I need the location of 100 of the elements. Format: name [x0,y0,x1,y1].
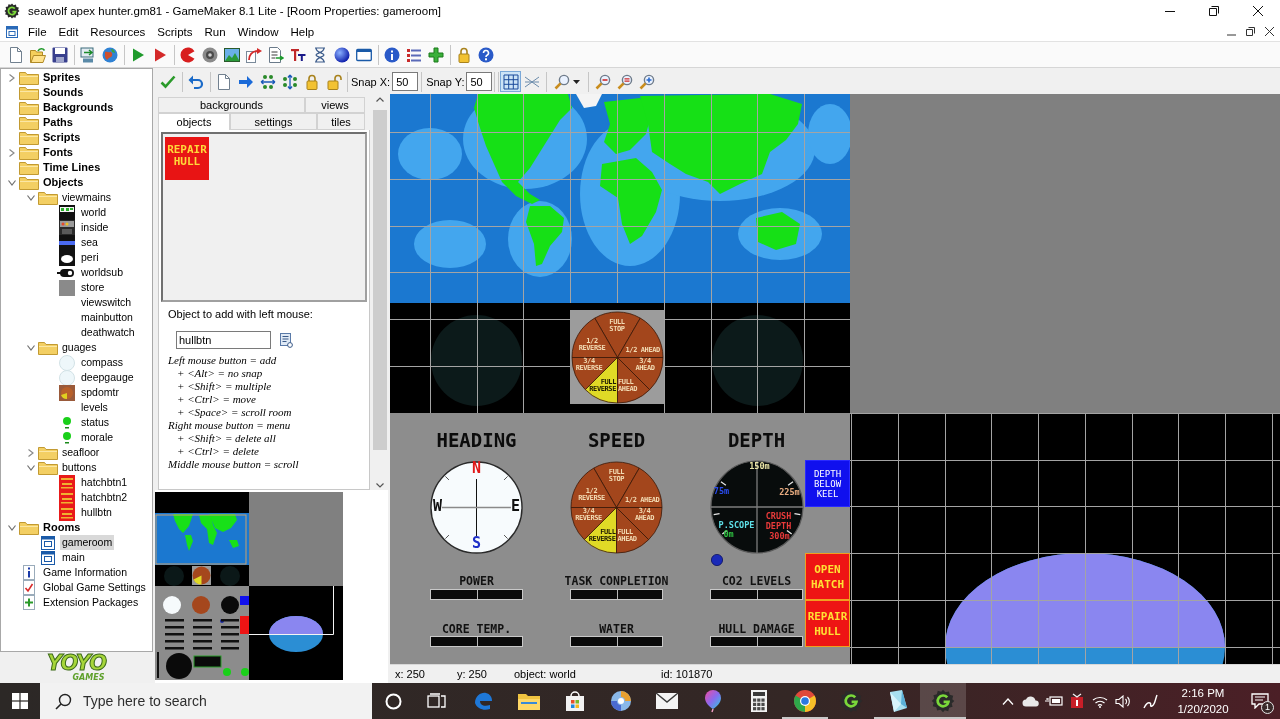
chevron-down-icon[interactable] [27,464,35,471]
tree-item[interactable]: Backgrounds [41,100,116,115]
close-icon[interactable] [1253,6,1263,16]
horizontal-shift-icon[interactable] [260,73,276,90]
snap-x-field[interactable]: 50 [392,72,419,91]
tab[interactable]: objects [158,113,230,130]
tab[interactable]: settings [230,113,317,130]
battery-icon[interactable] [1044,695,1063,707]
tree-item[interactable]: guages [60,340,99,355]
tree-item[interactable]: worldsub [79,265,126,280]
chevron-down-icon[interactable] [27,194,35,201]
chevron-right-icon[interactable] [28,448,34,457]
zoom-out-icon[interactable] [595,73,612,90]
wifi-icon[interactable] [1091,694,1108,708]
menu-item[interactable]: Resources [84,25,152,38]
tree-item[interactable]: store [79,280,107,295]
circle-icon[interactable] [384,692,402,710]
play-icon[interactable] [130,46,146,63]
speaker-icon[interactable] [202,46,218,63]
script-icon[interactable] [268,46,284,63]
padlock-icon[interactable] [456,46,472,63]
open-folder-icon[interactable] [30,46,46,63]
search-field[interactable]: Type here to search [40,683,372,719]
new-file-icon[interactable] [8,46,24,63]
landscape-icon[interactable] [224,46,240,63]
path-icon[interactable] [246,46,262,63]
document-window-icon[interactable] [6,25,18,38]
pen-icon[interactable] [1142,693,1158,709]
tree-item[interactable]: deathwatch [79,325,137,340]
save-icon[interactable] [52,46,68,63]
tree-item[interactable]: Paths [41,115,75,130]
tab[interactable]: views [305,97,365,113]
zoom-in-icon[interactable] [639,73,656,90]
swirl-icon[interactable] [610,690,632,712]
taskbar-button[interactable] [920,683,966,719]
tricolor-circle-icon[interactable] [793,689,817,713]
chevron-down-icon[interactable] [8,524,16,531]
tree-item[interactable]: Fonts [41,145,75,160]
tree-item[interactable]: morale [79,430,116,445]
pacman-icon[interactable] [180,46,196,63]
tree-item[interactable]: Global Game Settings [41,580,148,595]
tree-item[interactable]: status [79,415,111,430]
new-page-icon[interactable] [216,73,232,90]
browse-list-icon[interactable] [280,332,293,348]
export-icon[interactable] [80,46,96,63]
vertical-shift-icon[interactable] [282,73,298,90]
tree-item[interactable]: Sprites [41,70,83,85]
shopping-bag-icon[interactable] [564,690,586,712]
clock-date[interactable]: 1/20/2020 [1177,701,1229,717]
tree-item[interactable]: peri [79,250,101,265]
gear-icon[interactable] [839,689,863,713]
open-padlock-icon[interactable] [326,73,342,90]
tree-item[interactable]: gameroom [60,535,115,550]
snap-y-field[interactable]: 50 [466,72,493,91]
restore-icon[interactable] [1209,6,1219,16]
hourglass-icon[interactable] [312,46,328,63]
zoom-icon[interactable] [554,73,571,90]
plus-icon[interactable] [428,46,444,63]
check-icon[interactable] [160,73,176,90]
tree-item[interactable]: deepgauge [79,370,136,385]
chevron-up-icon[interactable] [1001,697,1014,705]
padlock-icon[interactable] [304,73,320,90]
debug-icon[interactable] [152,46,168,63]
tree-item[interactable]: levels [79,400,110,415]
tree-item[interactable]: inside [79,220,111,235]
object-field[interactable]: hullbtn [176,331,271,349]
tree-item[interactable]: Sounds [41,85,86,100]
tree-item[interactable]: viewmains [60,190,113,205]
caret-icon[interactable] [573,79,581,84]
scroll-up-icon[interactable] [375,97,384,102]
tree-item[interactable]: spdomtr [79,385,121,400]
scrollbar-thumb[interactable] [372,110,387,450]
tree-item[interactable]: sea [79,235,100,250]
close-icon[interactable] [1265,27,1274,36]
restore-icon[interactable] [1246,27,1255,36]
menu-item[interactable]: Run [198,25,232,38]
list-icon[interactable] [406,46,422,63]
font-icon[interactable] [290,46,306,63]
menu-item[interactable]: File [22,25,53,38]
volume-icon[interactable] [1114,694,1131,708]
arrow-right-icon[interactable] [238,73,254,90]
cloud-icon[interactable] [1021,695,1040,707]
tree-item[interactable]: seafloor [60,445,102,460]
balloon-icon[interactable] [704,689,722,713]
tree-item[interactable]: Extension Packages [41,595,141,610]
tree-item[interactable]: Scripts [41,130,83,145]
calculator-icon[interactable] [750,689,768,713]
tree-item[interactable]: Objects [41,175,86,190]
chevron-down-icon[interactable] [8,179,16,186]
mail-icon[interactable] [655,692,679,710]
search-icon[interactable] [55,693,72,710]
menu-item[interactable]: Edit [52,25,85,38]
clock-time[interactable]: 2:16 PM [1181,685,1225,701]
undo-icon[interactable] [188,73,204,90]
tree-item[interactable]: hullbtn [79,505,114,520]
tree-item[interactable]: buttons [60,460,99,475]
tree-item[interactable]: Game Information [41,565,130,580]
tree-item[interactable]: Rooms [41,520,83,535]
tree-item[interactable]: viewswitch [79,295,134,310]
tree-item[interactable]: world [79,205,109,220]
